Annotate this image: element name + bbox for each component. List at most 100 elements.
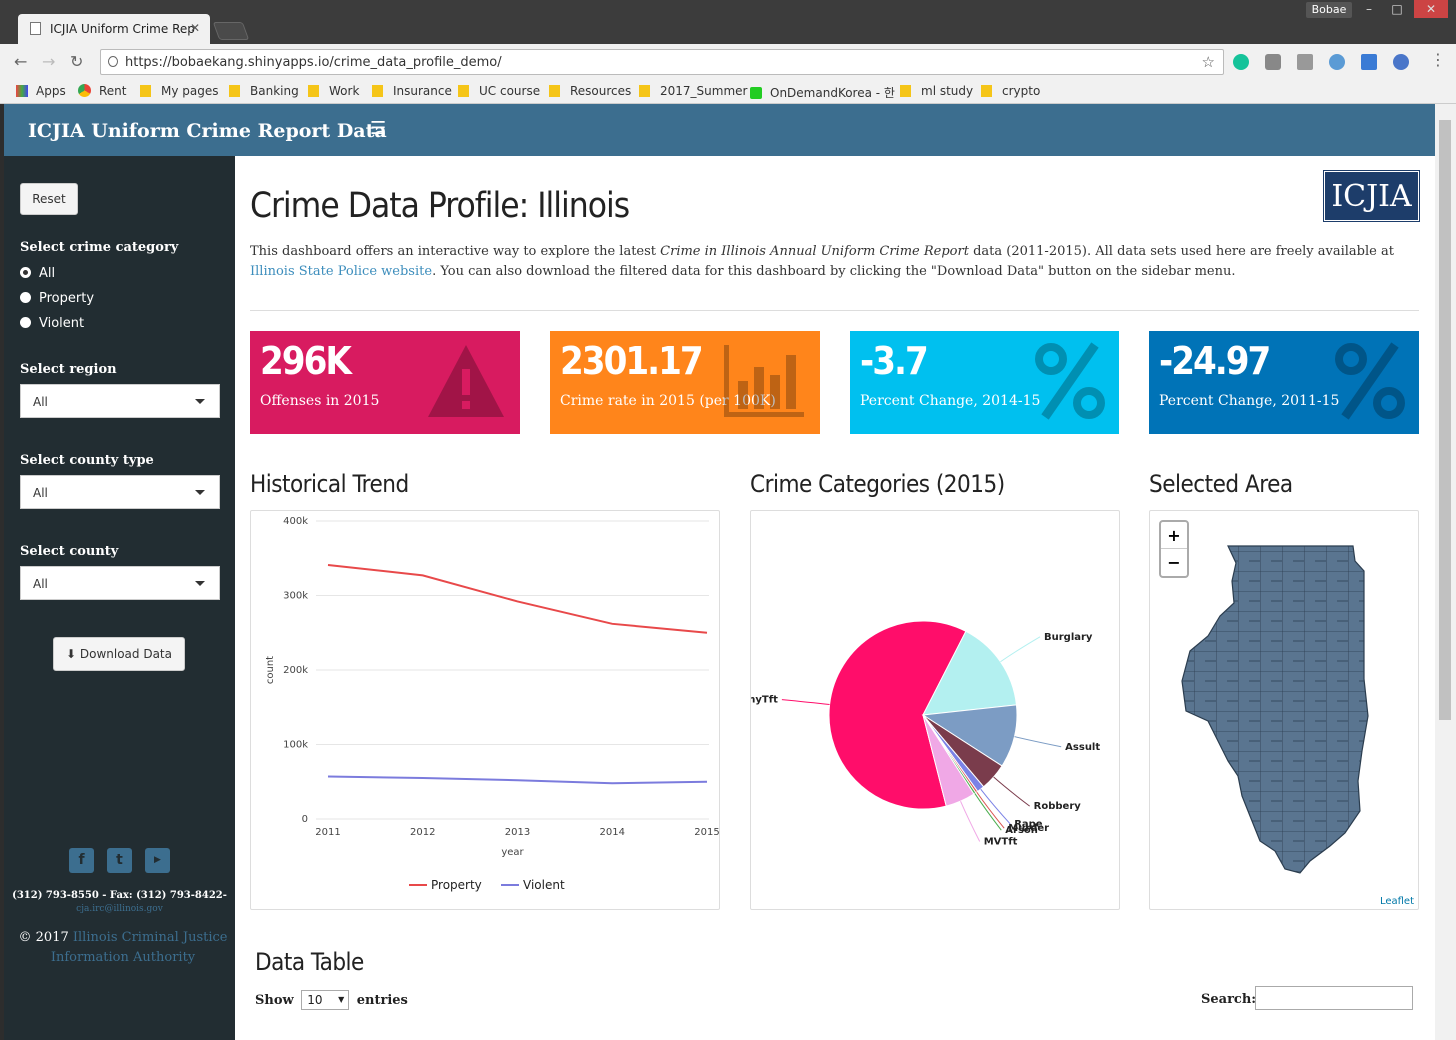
new-tab-button[interactable] bbox=[212, 22, 250, 40]
entries-select[interactable]: 10 ▼ bbox=[301, 990, 350, 1010]
chrome-icon bbox=[78, 84, 91, 97]
chevron-down-icon bbox=[195, 399, 205, 404]
org-link-line1[interactable]: Illinois Criminal Justice bbox=[73, 930, 228, 945]
zoom-in-button[interactable]: + bbox=[1161, 522, 1187, 549]
bookmark-apps[interactable]: Apps bbox=[16, 84, 66, 98]
value-box-change-1115: -24.97 Percent Change, 2011-15 bbox=[1149, 331, 1419, 434]
scrollbar-thumb[interactable] bbox=[1439, 120, 1451, 720]
app-title[interactable]: ICJIA Uniform Crime Report Data bbox=[28, 120, 387, 142]
hamburger-icon[interactable]: ☰ bbox=[370, 118, 386, 139]
bookmark-insurance[interactable]: Insurance bbox=[372, 84, 452, 98]
reload-icon[interactable]: ↻ bbox=[70, 52, 83, 71]
pie-panel: LarcenyTftBurglaryAssultRobberyRapeMurde… bbox=[718, 510, 1120, 910]
zoom-control: + − bbox=[1159, 520, 1189, 578]
vimium-icon[interactable] bbox=[1297, 54, 1313, 70]
divider bbox=[250, 310, 1419, 311]
grammarly-icon[interactable] bbox=[1233, 54, 1249, 70]
extension-icon[interactable] bbox=[1265, 54, 1281, 70]
legend-label: Violent bbox=[523, 878, 565, 892]
value-box-label: Offenses in 2015 bbox=[260, 393, 380, 409]
y-tick-label: 400k bbox=[283, 516, 308, 527]
forward-icon[interactable]: → bbox=[42, 52, 55, 71]
chevron-down-icon bbox=[195, 581, 205, 586]
folder-icon bbox=[372, 85, 383, 97]
radio-icon bbox=[20, 292, 31, 303]
isp-link[interactable]: Illinois State Police website bbox=[250, 264, 432, 279]
value-box-change-1415: -3.7 Percent Change, 2014-15 bbox=[850, 331, 1119, 434]
bookmark-2017-summer[interactable]: 2017_Summer bbox=[639, 84, 747, 98]
menu-dots-icon[interactable]: ⋮ bbox=[1430, 50, 1446, 69]
y-tick-label: 300k bbox=[283, 591, 308, 602]
folder-icon bbox=[639, 85, 650, 97]
url-text: https://bobaekang.shinyapps.io/crime_dat… bbox=[125, 55, 502, 70]
pie-label: Burglary bbox=[1044, 632, 1093, 643]
y-tick-label: 0 bbox=[302, 814, 308, 825]
illinois-map[interactable] bbox=[1150, 511, 1418, 909]
web-page: ICJIA Uniform Crime Report Data ☰ Reset … bbox=[4, 104, 1435, 1040]
address-bar[interactable]: https://bobaekang.shinyapps.io/crime_dat… bbox=[100, 49, 1224, 75]
radio-property[interactable]: Property bbox=[20, 291, 94, 306]
bookmark-uc-course[interactable]: UC course bbox=[458, 84, 540, 98]
minimize-icon[interactable]: – bbox=[1356, 0, 1382, 18]
cloud-icon[interactable] bbox=[1393, 54, 1409, 70]
bookmark-rent[interactable]: Rent bbox=[78, 84, 127, 98]
youtube-icon[interactable]: ▶ bbox=[145, 848, 170, 873]
region-select[interactable]: All bbox=[20, 384, 220, 418]
map-panel[interactable]: + − Leaflet bbox=[1149, 510, 1419, 910]
extension-icon[interactable] bbox=[1361, 54, 1377, 70]
twitter-icon[interactable]: t bbox=[107, 848, 132, 873]
profile-button[interactable]: Bobae bbox=[1306, 2, 1352, 18]
browser-tab[interactable]: ICJIA Uniform Crime Rep ✕ bbox=[18, 14, 210, 44]
legend-label: Property bbox=[431, 878, 482, 892]
line-chart[interactable]: 0 100k 200k 300k 400k 2011 2012 2013 2014 2015 yea… bbox=[251, 511, 720, 909]
x-tick-label: 2012 bbox=[410, 827, 435, 838]
pie-leader-line bbox=[1000, 636, 1041, 663]
pie-label: LarcenyTft bbox=[751, 695, 778, 706]
zoom-out-button[interactable]: − bbox=[1161, 549, 1187, 576]
facebook-icon[interactable]: f bbox=[69, 848, 94, 873]
pie-label: Assult bbox=[1065, 742, 1100, 753]
trend-panel: 0 100k 200k 300k 400k 2011 2012 2013 2014 2015 yea… bbox=[250, 510, 720, 910]
pie-label: MVTft bbox=[984, 837, 1018, 848]
bookmark-work[interactable]: Work bbox=[308, 84, 359, 98]
close-tab-icon[interactable]: ✕ bbox=[190, 21, 200, 35]
trend-title: Historical Trend bbox=[250, 470, 409, 498]
apps-icon bbox=[16, 85, 28, 97]
county-select[interactable]: All bbox=[20, 566, 220, 600]
category-label: Select crime category bbox=[20, 240, 179, 255]
x-tick-label: 2011 bbox=[315, 827, 340, 838]
county-label: Select county bbox=[20, 544, 119, 559]
county-type-label: Select county type bbox=[20, 453, 154, 468]
bookmark-crypto[interactable]: crypto bbox=[981, 84, 1040, 98]
w-extension-icon[interactable] bbox=[1329, 54, 1345, 70]
bookmark-banking[interactable]: Banking bbox=[229, 84, 299, 98]
contact-email[interactable]: cja.irc@illinois.gov bbox=[4, 904, 235, 914]
bookmark-my-pages[interactable]: My pages bbox=[140, 84, 219, 98]
value-box-label: Percent Change, 2011-15 bbox=[1159, 393, 1340, 409]
bookmark-ml-study[interactable]: ml study bbox=[900, 84, 973, 98]
window-close-icon[interactable]: ✕ bbox=[1414, 0, 1448, 18]
maximize-icon[interactable]: □ bbox=[1384, 0, 1410, 18]
county-type-select[interactable]: All bbox=[20, 475, 220, 509]
percent-icon bbox=[1335, 342, 1405, 420]
scrollbar[interactable] bbox=[1435, 104, 1456, 1040]
intro-text: This dashboard offers an interactive way… bbox=[250, 244, 1394, 279]
bookmark-ondemandkorea[interactable]: OnDemandKorea - 한 bbox=[750, 84, 895, 101]
download-button[interactable]: ⬇ Download Data bbox=[53, 637, 185, 671]
pie-chart[interactable]: LarcenyTftBurglaryAssultRobberyRapeMurde… bbox=[718, 511, 1119, 909]
radio-selected-icon bbox=[20, 267, 31, 278]
radio-violent[interactable]: Violent bbox=[20, 316, 84, 331]
state-shape[interactable] bbox=[1181, 545, 1369, 874]
region-label: Select region bbox=[20, 362, 117, 377]
radio-all[interactable]: All bbox=[20, 266, 55, 281]
org-link-line2[interactable]: Information Authority bbox=[51, 950, 195, 965]
pie-leader-line bbox=[993, 776, 1030, 807]
series-line-property bbox=[327, 563, 708, 634]
search-input[interactable] bbox=[1255, 986, 1413, 1010]
leaflet-attribution[interactable]: Leaflet bbox=[1379, 896, 1414, 907]
back-icon[interactable]: ← bbox=[14, 52, 27, 71]
folder-icon bbox=[229, 85, 240, 97]
reset-button[interactable]: Reset bbox=[20, 183, 78, 215]
bookmark-star-icon[interactable]: ☆ bbox=[1202, 53, 1215, 71]
bookmark-resources[interactable]: Resources bbox=[549, 84, 631, 98]
